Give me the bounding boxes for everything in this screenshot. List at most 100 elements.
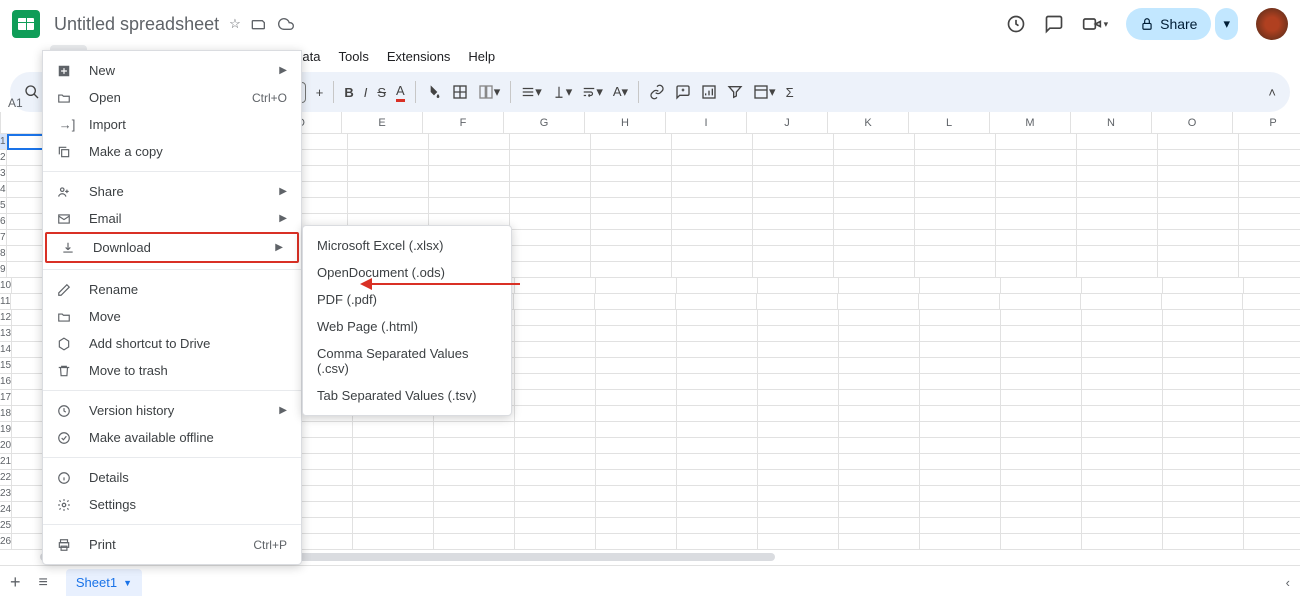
cell[interactable] [1077, 166, 1158, 182]
cell[interactable] [1082, 534, 1163, 550]
cell[interactable] [839, 438, 920, 454]
col-header[interactable]: H [585, 112, 666, 133]
cell[interactable] [1077, 182, 1158, 198]
cell[interactable] [591, 214, 672, 230]
cell[interactable] [915, 150, 996, 166]
cell[interactable] [677, 422, 758, 438]
cell[interactable] [429, 150, 510, 166]
cell[interactable] [1244, 470, 1300, 486]
cell[interactable] [515, 470, 596, 486]
download-xlsx[interactable]: Microsoft Excel (.xlsx) [303, 232, 511, 259]
cell[interactable] [429, 198, 510, 214]
cell[interactable] [1001, 486, 1082, 502]
cell[interactable] [1158, 150, 1239, 166]
menu-tools[interactable]: Tools [330, 45, 376, 68]
cell[interactable] [1001, 454, 1082, 470]
cell[interactable] [1163, 486, 1244, 502]
cell[interactable] [596, 438, 677, 454]
cell[interactable] [757, 294, 838, 310]
cell[interactable] [920, 470, 1001, 486]
cell[interactable] [1001, 278, 1082, 294]
text-color-icon[interactable]: A [396, 83, 405, 102]
cell[interactable] [672, 150, 753, 166]
cell[interactable] [996, 230, 1077, 246]
cell[interactable] [677, 438, 758, 454]
menu-download[interactable]: Download▶ [45, 232, 299, 263]
cell[interactable] [348, 166, 429, 182]
cell[interactable] [753, 246, 834, 262]
cell[interactable] [1001, 422, 1082, 438]
row-header[interactable]: 23 [0, 486, 12, 502]
cell[interactable] [1158, 182, 1239, 198]
cell[interactable] [1082, 486, 1163, 502]
cell[interactable] [920, 502, 1001, 518]
cell[interactable] [1163, 326, 1244, 342]
cell[interactable] [434, 534, 515, 550]
cell[interactable] [510, 182, 591, 198]
download-ods[interactable]: OpenDocument (.ods) [303, 259, 511, 286]
cell[interactable] [1082, 278, 1163, 294]
star-icon[interactable]: ☆ [229, 16, 241, 32]
cell[interactable] [1158, 262, 1239, 278]
cell[interactable] [596, 502, 677, 518]
cell[interactable] [1158, 214, 1239, 230]
cell[interactable] [839, 502, 920, 518]
cell[interactable] [434, 422, 515, 438]
cell[interactable] [510, 246, 591, 262]
cell[interactable] [1244, 358, 1300, 374]
cell[interactable] [920, 390, 1001, 406]
cell[interactable] [1163, 454, 1244, 470]
cell[interactable] [510, 262, 591, 278]
cell[interactable] [348, 150, 429, 166]
cell[interactable] [915, 262, 996, 278]
cell[interactable] [919, 294, 1000, 310]
cell[interactable] [429, 182, 510, 198]
cell[interactable] [915, 166, 996, 182]
cell[interactable] [434, 502, 515, 518]
italic-icon[interactable]: I [364, 85, 368, 100]
cell[interactable] [753, 198, 834, 214]
cell[interactable] [1163, 390, 1244, 406]
col-header[interactable]: E [342, 112, 423, 133]
cell[interactable] [839, 518, 920, 534]
cell[interactable] [753, 182, 834, 198]
cell[interactable] [1001, 342, 1082, 358]
cell[interactable] [515, 406, 596, 422]
cell[interactable] [353, 422, 434, 438]
cell[interactable] [1163, 358, 1244, 374]
cell[interactable] [596, 534, 677, 550]
cell[interactable] [514, 294, 595, 310]
row-header[interactable]: 16 [0, 374, 12, 390]
cell[interactable] [1082, 406, 1163, 422]
cell[interactable] [1082, 470, 1163, 486]
cell[interactable] [1163, 438, 1244, 454]
cell[interactable] [758, 390, 839, 406]
cell[interactable] [672, 214, 753, 230]
menu-new[interactable]: New▶ [43, 57, 301, 84]
cell[interactable] [677, 278, 758, 294]
cell[interactable] [758, 454, 839, 470]
cell[interactable] [996, 198, 1077, 214]
text-rotation-icon[interactable]: A▾ [613, 84, 628, 100]
avatar[interactable] [1256, 8, 1288, 40]
cell[interactable] [510, 198, 591, 214]
cell[interactable] [920, 406, 1001, 422]
name-box[interactable]: A1 [8, 96, 23, 110]
cell[interactable] [596, 422, 677, 438]
col-header[interactable]: M [990, 112, 1071, 133]
cell[interactable] [834, 182, 915, 198]
row-header[interactable]: 26 [0, 534, 12, 550]
row-header[interactable]: 11 [0, 294, 11, 310]
filter-icon[interactable] [727, 84, 743, 100]
cell[interactable] [515, 518, 596, 534]
cell[interactable] [515, 486, 596, 502]
cell[interactable] [920, 278, 1001, 294]
cell[interactable] [677, 374, 758, 390]
cell[interactable] [596, 310, 677, 326]
cell[interactable] [434, 470, 515, 486]
doc-title[interactable]: Untitled spreadsheet [54, 14, 219, 35]
cell[interactable] [920, 518, 1001, 534]
cell[interactable] [515, 278, 596, 294]
cell[interactable] [677, 310, 758, 326]
cell[interactable] [758, 438, 839, 454]
